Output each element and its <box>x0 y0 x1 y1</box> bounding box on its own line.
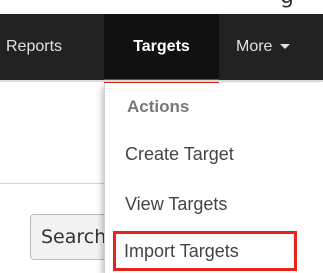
nav-tab-targets-label: Targets <box>133 38 190 55</box>
nav-tab-targets[interactable]: Targets <box>104 14 219 80</box>
menu-item-view-targets[interactable]: View Targets <box>125 194 227 215</box>
navbar-shadow <box>0 80 323 82</box>
nav-tab-more[interactable]: More <box>236 14 291 80</box>
nav-tab-reports[interactable]: Reports <box>6 14 62 80</box>
targets-dropdown-menu: Actions Create Target View Targets Impor… <box>104 83 323 273</box>
caret-down-icon <box>280 44 291 50</box>
menu-item-import-targets[interactable]: Import Targets <box>124 241 239 262</box>
dropdown-header-actions: Actions <box>127 97 190 116</box>
content-divider <box>0 183 120 184</box>
partial-text-fragment: g <box>280 0 294 9</box>
menu-item-create-target[interactable]: Create Target <box>125 144 234 165</box>
nav-tab-more-label: More <box>236 38 273 55</box>
